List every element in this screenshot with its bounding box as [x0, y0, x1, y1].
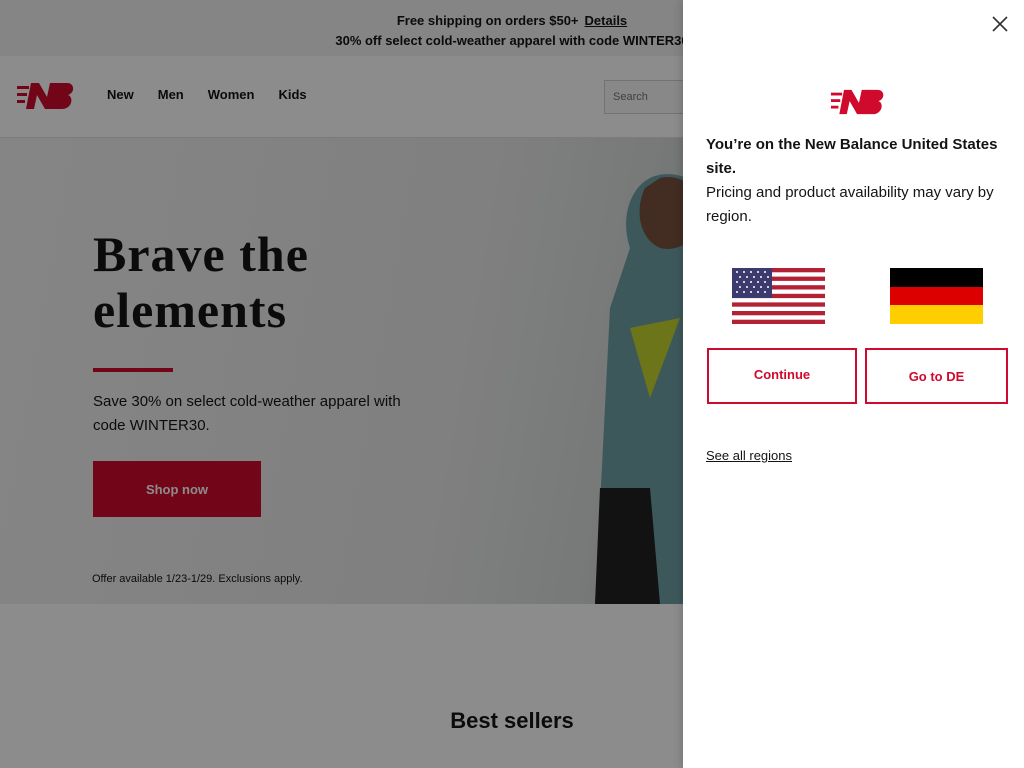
germany-flag-icon[interactable] [890, 268, 983, 324]
region-message-strong: You’re on the New Balance United States … [706, 136, 998, 177]
close-icon[interactable] [990, 14, 1010, 34]
go-to-de-button[interactable]: Go to DE [865, 348, 1008, 404]
see-all-regions-link[interactable]: See all regions [706, 448, 792, 463]
region-message: You’re on the New Balance United States … [706, 133, 1006, 229]
new-balance-logo-icon [830, 89, 884, 115]
continue-button[interactable]: Continue [707, 348, 857, 404]
close-x-glyph [992, 16, 1008, 32]
united-states-flag-icon[interactable] [732, 268, 825, 324]
region-selector-panel: You’re on the New Balance United States … [683, 0, 1024, 768]
region-message-detail: Pricing and product availability may var… [706, 184, 994, 225]
